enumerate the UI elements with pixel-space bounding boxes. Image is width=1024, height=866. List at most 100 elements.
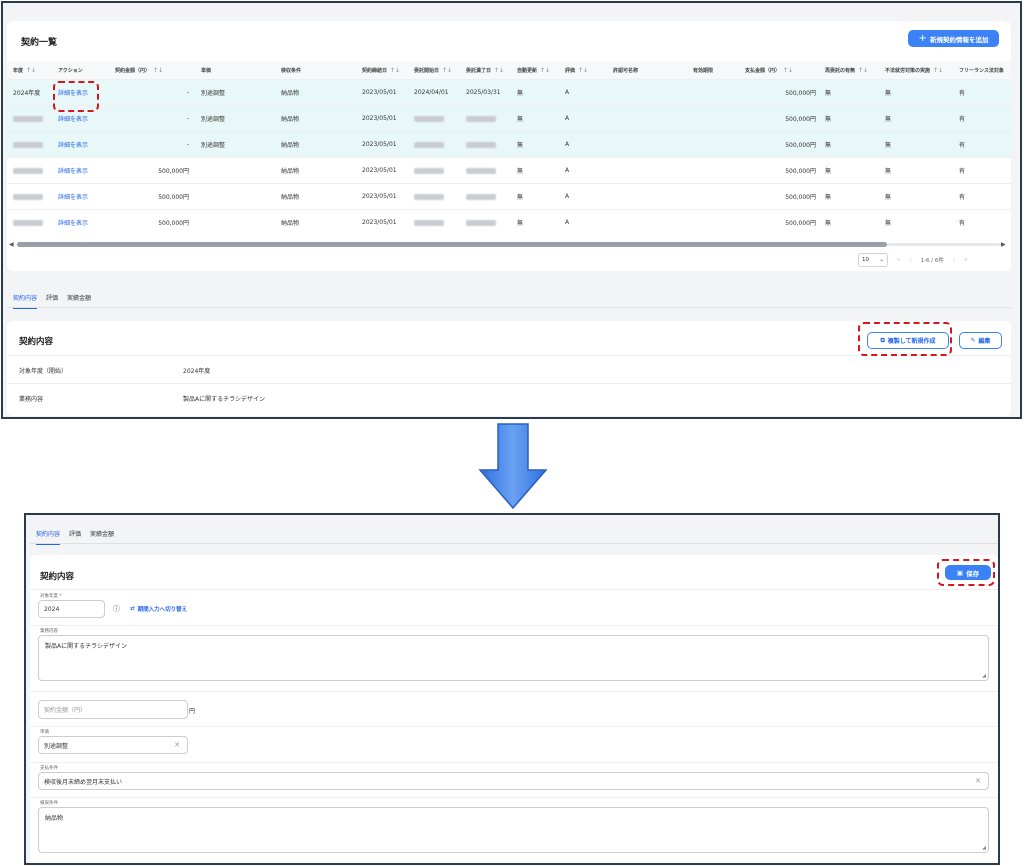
sort-icon[interactable]: ↑↓ — [540, 67, 550, 74]
view-detail-link[interactable]: 詳細を表示 — [58, 192, 88, 201]
horizontal-scrollbar[interactable]: ◀ ▶ — [7, 241, 1011, 248]
view-detail-link[interactable]: 詳細を表示 — [58, 218, 88, 227]
info-icon[interactable]: ⓘ — [113, 604, 120, 614]
sort-icon[interactable]: ↑↓ — [442, 67, 452, 74]
table-cell-unit-price — [201, 158, 279, 183]
column-header: 単価 — [201, 61, 279, 79]
sort-icon[interactable]: ↑↓ — [390, 67, 400, 74]
clear-icon[interactable]: ✕ — [975, 777, 981, 785]
column-header[interactable]: 評価 ↑↓ — [565, 61, 611, 79]
table-cell-year — [13, 210, 57, 235]
view-detail-link[interactable]: 詳細を表示 — [58, 166, 88, 175]
table-cell-unit-price: 別途調整 — [201, 106, 279, 131]
table-cell-action[interactable]: 詳細を表示 — [58, 158, 114, 183]
cell-value: A — [565, 219, 570, 226]
table-cell-license — [613, 158, 691, 183]
cell-value: 無 — [825, 116, 832, 123]
column-header[interactable]: 契約締結日 ↑↓ — [362, 61, 412, 79]
column-header[interactable]: 支払金額（円） ↑↓ — [745, 61, 817, 79]
cell-value: 500,000円 — [785, 194, 816, 201]
prev-page-icon[interactable]: ‹ — [909, 257, 911, 263]
inspection-textarea[interactable]: 納品物 ◢ — [38, 807, 989, 853]
cell-value: 無 — [885, 220, 892, 227]
resize-icon[interactable]: ◢ — [982, 845, 986, 851]
table-cell-action[interactable]: 詳細を表示 — [58, 210, 114, 235]
column-header-label: 年度 — [13, 67, 24, 74]
table-cell-year — [13, 106, 57, 131]
table-cell-amount: - — [115, 132, 189, 157]
redacted-value — [466, 219, 496, 226]
edit-label: 編集 — [978, 338, 991, 345]
table-cell-expiry — [693, 210, 743, 235]
redacted-value — [13, 115, 43, 122]
column-header[interactable]: 契約金額（円） ↑↓ — [115, 61, 193, 79]
table-cell-unit-price: 別途調整 — [201, 80, 279, 105]
table-cell-end — [466, 158, 516, 183]
table-cell-illegal: 無 — [885, 158, 957, 183]
sort-icon[interactable]: ↑↓ — [933, 67, 943, 74]
table-cell-unit-price — [201, 184, 279, 209]
sort-icon[interactable]: ↑↓ — [578, 67, 588, 74]
redacted-value — [414, 193, 444, 200]
add-contract-button[interactable]: + 新規契約情報を追加 — [908, 30, 999, 47]
first-page-icon[interactable]: « — [897, 257, 900, 263]
cell-value: 2023/05/01 — [362, 167, 397, 174]
redacted-value — [466, 115, 496, 122]
table-cell-amount: - — [115, 106, 189, 131]
redacted-value — [466, 193, 496, 200]
contract-edit-screen: 契約内容 評価 実績金額 契約内容 ▣ 保存 対象年度 * 2024 ⓘ ⇄ 期… — [24, 513, 1000, 865]
business-textarea[interactable]: 製品Aに関するチラシデザイン ◢ — [38, 635, 989, 681]
cell-value: 無 — [517, 116, 524, 123]
annotation-highlight-copy-button — [858, 322, 952, 356]
scroll-left-icon[interactable]: ◀ — [9, 241, 14, 248]
scroll-thumb[interactable] — [17, 242, 887, 247]
redacted-value — [13, 167, 43, 174]
chevron-down-icon: ⌄ — [879, 257, 884, 263]
view-detail-link[interactable]: 詳細を表示 — [58, 140, 88, 149]
divider — [30, 726, 998, 727]
column-header[interactable]: 委託満了日 ↑↓ — [466, 61, 516, 79]
tabs-divider — [30, 543, 998, 544]
table-cell-rating: A — [565, 210, 611, 235]
cell-value: - — [186, 115, 189, 122]
cell-value: - — [186, 141, 189, 148]
unit-price-label: 単価 — [40, 730, 49, 735]
next-page-icon[interactable]: › — [953, 257, 955, 263]
last-page-icon[interactable]: » — [964, 257, 967, 263]
column-header[interactable]: 委託開始日 ↑↓ — [414, 61, 464, 79]
sort-icon[interactable]: ↑↓ — [494, 67, 504, 74]
column-header[interactable]: 自動更新 ↑↓ — [517, 61, 563, 79]
column-header[interactable]: 年度 ↑↓ — [13, 61, 57, 79]
cell-value: 500,000円 — [785, 90, 816, 97]
payment-label: 支払条件 — [40, 766, 58, 771]
resize-icon[interactable]: ◢ — [982, 673, 986, 679]
scroll-right-icon[interactable]: ▶ — [1001, 241, 1006, 248]
column-header[interactable]: 再委託の有無 ↑↓ — [825, 61, 883, 79]
sort-icon[interactable]: ↑↓ — [26, 67, 36, 74]
edit-button[interactable]: ✎ 編集 — [959, 332, 1002, 349]
page-size-select[interactable]: 10 ⌄ — [858, 253, 888, 267]
sort-icon[interactable]: ↑↓ — [858, 67, 868, 74]
contract-amount-input[interactable]: 契約金額（円） — [38, 700, 188, 719]
pencil-icon: ✎ — [970, 337, 976, 344]
column-header[interactable]: 不法就労対策の実施 ↑↓ — [885, 61, 957, 79]
redacted-value — [414, 115, 444, 122]
table-cell-start — [414, 106, 464, 131]
inspection-label: 検収条件 — [40, 801, 58, 806]
switch-period-link[interactable]: ⇄ 期間入力へ切り替え — [130, 605, 187, 613]
table-cell-signed: 2023/05/01 — [362, 210, 412, 235]
payment-select[interactable]: 検収後月末締め翌月末支払い ✕ — [38, 772, 989, 790]
table-cell-action[interactable]: 詳細を表示 — [58, 184, 114, 209]
year-input[interactable]: 2024 — [38, 600, 105, 618]
sort-icon[interactable]: ↑↓ — [783, 67, 793, 74]
table-cell-action[interactable]: 詳細を表示 — [58, 132, 114, 157]
cell-value: A — [565, 115, 570, 122]
view-detail-link[interactable]: 詳細を表示 — [58, 114, 88, 123]
column-header-label: 検収条件 — [281, 67, 302, 74]
unit-price-select[interactable]: 別途調整 ✕ — [38, 736, 188, 754]
sort-icon[interactable]: ↑↓ — [153, 67, 163, 74]
table-cell-start — [414, 158, 464, 183]
cell-value: - — [186, 89, 189, 96]
cell-value: 有 — [959, 142, 966, 149]
clear-icon[interactable]: ✕ — [174, 741, 180, 749]
